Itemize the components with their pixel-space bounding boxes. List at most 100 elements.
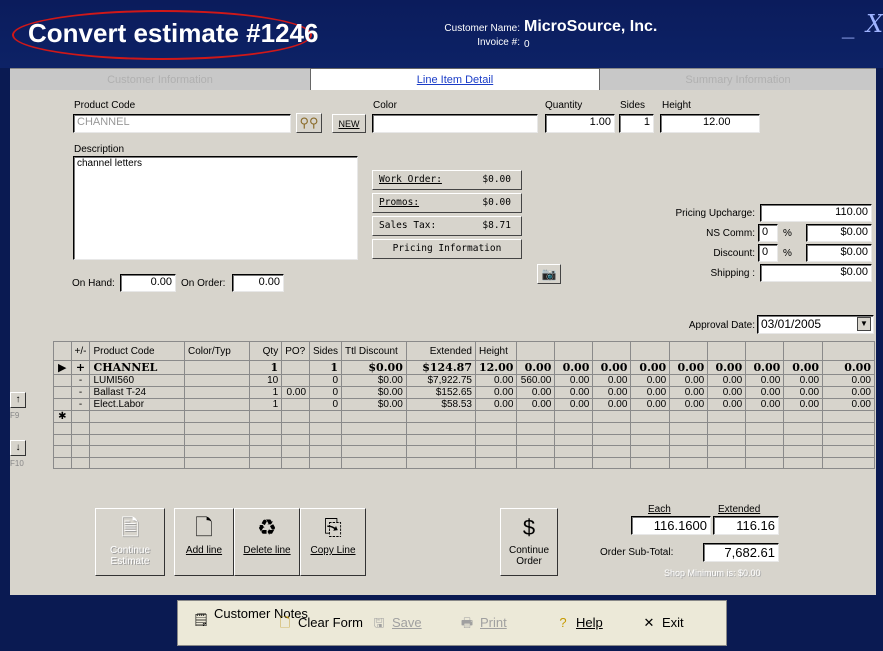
- close-button[interactable]: X: [866, 10, 883, 38]
- table-cell[interactable]: [474, 456, 518, 469]
- table-row[interactable]: [53, 422, 875, 435]
- column-header[interactable]: Qty: [248, 341, 283, 361]
- table-cell[interactable]: [183, 445, 250, 458]
- table-cell[interactable]: 0.00: [474, 374, 518, 387]
- table-cell[interactable]: [183, 360, 250, 375]
- table-cell[interactable]: [341, 456, 407, 469]
- table-cell[interactable]: 0.00: [669, 374, 709, 387]
- table-cell[interactable]: 0.00: [281, 386, 311, 399]
- table-cell[interactable]: 0: [309, 398, 343, 411]
- table-cell[interactable]: Elect.Labor: [89, 398, 185, 411]
- table-cell[interactable]: [183, 456, 250, 469]
- table-cell[interactable]: 0.00: [516, 360, 556, 375]
- table-cell[interactable]: [745, 445, 785, 458]
- table-cell[interactable]: [70, 410, 91, 423]
- table-cell[interactable]: [707, 422, 747, 435]
- table-cell[interactable]: [669, 445, 709, 458]
- table-cell[interactable]: [592, 410, 632, 423]
- table-cell[interactable]: [630, 445, 671, 458]
- table-cell[interactable]: [669, 410, 709, 423]
- table-cell[interactable]: [592, 433, 632, 446]
- table-cell[interactable]: -: [70, 398, 91, 411]
- table-cell[interactable]: [516, 410, 556, 423]
- table-row[interactable]: - Ballast T-24 1 0.00 0 $0.00 $152.65 0.00 0.00 0…: [53, 386, 875, 399]
- table-cell[interactable]: [516, 456, 556, 469]
- print-button[interactable]: 🖶 Print: [458, 611, 507, 635]
- table-cell[interactable]: [405, 410, 476, 423]
- table-cell[interactable]: [248, 422, 283, 435]
- table-cell[interactable]: [89, 445, 185, 458]
- table-cell[interactable]: 560.00: [516, 374, 556, 387]
- table-cell[interactable]: [592, 445, 632, 458]
- save-button[interactable]: 🖫 Save: [370, 611, 421, 635]
- table-cell[interactable]: CHANNEL: [89, 360, 185, 375]
- pricing-upcharge-field[interactable]: 110.00: [760, 204, 872, 222]
- table-cell[interactable]: [783, 445, 824, 458]
- row-selector[interactable]: [53, 398, 72, 411]
- table-cell[interactable]: 0.00: [630, 386, 671, 399]
- table-cell[interactable]: 0.00: [822, 398, 875, 411]
- table-cell[interactable]: 0.00: [822, 360, 875, 375]
- row-selector[interactable]: [53, 433, 72, 446]
- table-cell[interactable]: [554, 456, 594, 469]
- table-cell[interactable]: 0.00: [745, 360, 785, 375]
- table-cell[interactable]: 0.00: [822, 386, 875, 399]
- minimize-button[interactable]: _: [842, 16, 854, 42]
- column-header[interactable]: [783, 341, 824, 361]
- table-cell[interactable]: [309, 433, 343, 446]
- table-cell[interactable]: [309, 410, 343, 423]
- table-row[interactable]: ✱: [53, 410, 875, 423]
- work-order-button[interactable]: Work Order: $0.00: [372, 170, 522, 190]
- table-cell[interactable]: [89, 410, 185, 423]
- table-cell[interactable]: [183, 410, 250, 423]
- table-cell[interactable]: [281, 398, 311, 411]
- table-cell[interactable]: [516, 433, 556, 446]
- table-cell[interactable]: [592, 422, 632, 435]
- table-cell[interactable]: -: [70, 374, 91, 387]
- table-cell[interactable]: [516, 445, 556, 458]
- row-selector[interactable]: ▶: [53, 360, 72, 375]
- table-cell[interactable]: [248, 456, 283, 469]
- table-cell[interactable]: [630, 456, 671, 469]
- table-cell[interactable]: 0.00: [630, 398, 671, 411]
- table-cell[interactable]: [341, 445, 407, 458]
- table-cell[interactable]: [707, 410, 747, 423]
- promos-button[interactable]: Promos: $0.00: [372, 193, 522, 213]
- table-cell[interactable]: 0.00: [516, 398, 556, 411]
- row-selector[interactable]: ✱: [53, 410, 72, 423]
- table-cell[interactable]: [474, 433, 518, 446]
- table-cell[interactable]: [707, 456, 747, 469]
- table-cell[interactable]: [248, 410, 283, 423]
- copy-line-button[interactable]: ⎘ Copy Line: [300, 508, 366, 576]
- row-selector[interactable]: [53, 374, 72, 387]
- help-button[interactable]: ? Help: [554, 611, 602, 635]
- table-cell[interactable]: 0.00: [783, 398, 824, 411]
- row-up-arrow-icon[interactable]: ↑: [10, 392, 26, 408]
- column-header[interactable]: +/-: [70, 341, 91, 361]
- table-cell[interactable]: 0.00: [783, 360, 824, 375]
- table-cell[interactable]: [474, 445, 518, 458]
- color-field[interactable]: [372, 114, 538, 133]
- table-cell[interactable]: [822, 410, 875, 423]
- table-cell[interactable]: [783, 433, 824, 446]
- continue-order-button[interactable]: $ Continue Order: [500, 508, 558, 576]
- row-selector[interactable]: [53, 456, 72, 469]
- tab-line-item-detail[interactable]: Line Item Detail: [310, 68, 600, 90]
- table-cell[interactable]: 0.00: [822, 374, 875, 387]
- table-cell[interactable]: [707, 445, 747, 458]
- table-cell[interactable]: 1: [309, 360, 343, 375]
- table-cell[interactable]: [745, 410, 785, 423]
- ns-comm-percent-field[interactable]: 0: [758, 224, 778, 242]
- table-row[interactable]: ▶ + CHANNEL 1 1 $0.00 $124.87 12.00 0.00 0.00 0.00…: [53, 360, 875, 375]
- date-dropdown-icon[interactable]: ▼: [857, 317, 871, 331]
- table-cell[interactable]: 0: [309, 386, 343, 399]
- ns-comm-amount-field[interactable]: $0.00: [806, 224, 872, 242]
- table-cell[interactable]: [70, 422, 91, 435]
- table-cell[interactable]: [554, 410, 594, 423]
- table-cell[interactable]: [183, 433, 250, 446]
- table-cell[interactable]: 10: [248, 374, 283, 387]
- table-cell[interactable]: 0.00: [783, 386, 824, 399]
- table-cell[interactable]: [281, 374, 311, 387]
- column-header[interactable]: Product Code: [89, 341, 185, 361]
- table-cell[interactable]: [281, 433, 311, 446]
